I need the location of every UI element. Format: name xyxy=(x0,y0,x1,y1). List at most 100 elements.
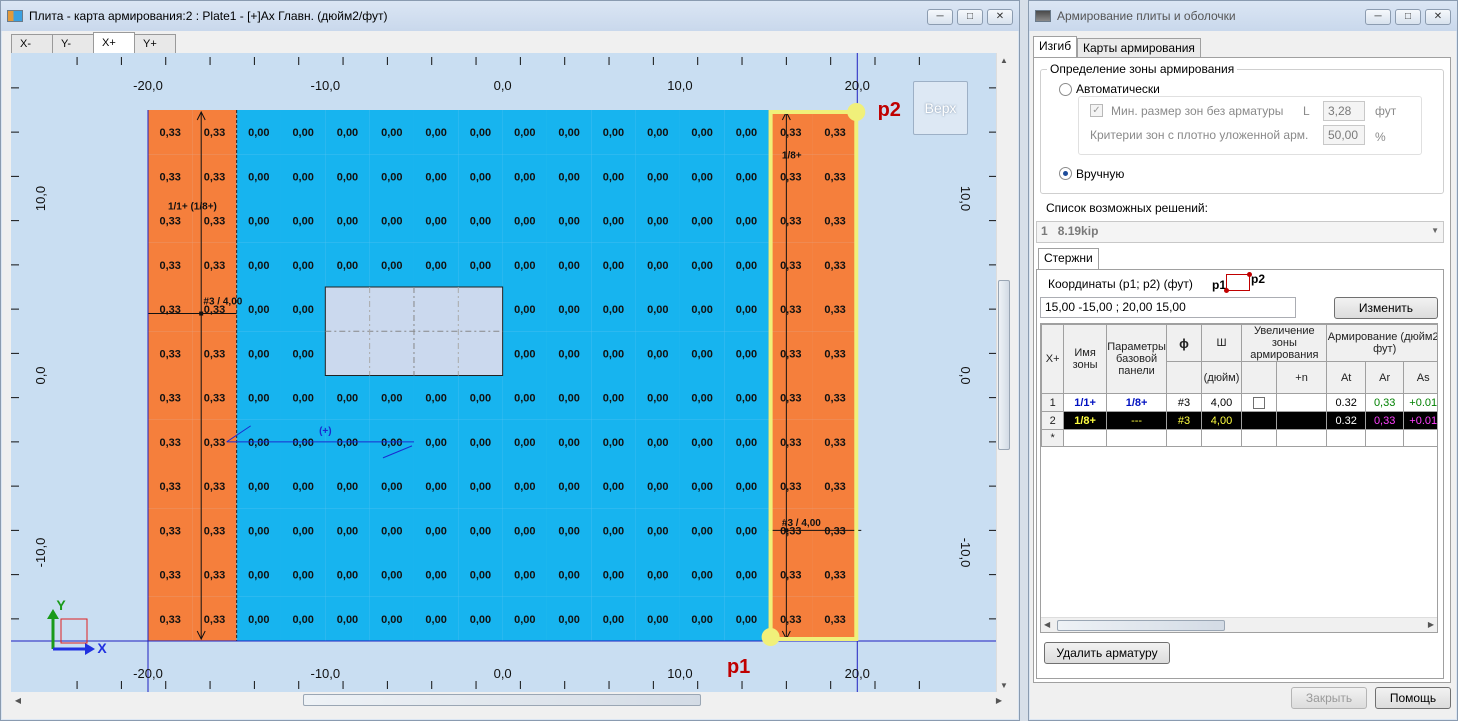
close-window-button[interactable]: ✕ xyxy=(987,9,1013,25)
x-tick-label-bottom: 10,0 xyxy=(667,666,692,681)
cell-value: 0,00 xyxy=(514,570,535,582)
cell-value: 0,00 xyxy=(514,127,535,139)
cell-value: 0,33 xyxy=(780,481,801,493)
scroll-up-icon[interactable]: ▲ xyxy=(997,53,1011,67)
cell-value: 0,00 xyxy=(647,216,668,228)
col-zone-name: Имя зоны xyxy=(1063,324,1107,394)
row-spacing[interactable]: 4,00 xyxy=(1200,411,1243,430)
tab-direction-3[interactable]: Y+ xyxy=(134,34,176,53)
cell-value: 0,00 xyxy=(603,127,624,139)
minimize-button[interactable]: ─ xyxy=(927,9,953,25)
coords-value: 15,00 -15,00 ; 20,00 15,00 xyxy=(1045,300,1186,314)
vertical-scrollbar[interactable]: ▲ ▼ xyxy=(996,53,1010,692)
cell-value: 0,00 xyxy=(603,304,624,316)
row-zone[interactable]: 1/8+ xyxy=(1063,411,1107,430)
cell-value: 0,00 xyxy=(558,216,579,228)
help-button[interactable]: Помощь xyxy=(1375,687,1451,709)
bars-table-container: X+ Имя зоны Параметры базовой панели ϕ Ш… xyxy=(1040,323,1438,633)
delete-reinforcement-button[interactable]: Удалить арматуру xyxy=(1044,642,1170,664)
cell-value: 0,33 xyxy=(159,481,180,493)
cell-value: 0,33 xyxy=(824,437,845,449)
change-button[interactable]: Изменить xyxy=(1334,297,1438,319)
cell-value: 0,00 xyxy=(647,393,668,405)
row-number[interactable]: 2 xyxy=(1041,411,1065,430)
tab-reinforcement-maps[interactable]: Карты армирования xyxy=(1077,38,1201,58)
row-increase[interactable] xyxy=(1241,411,1277,430)
bars-table: X+ Имя зоны Параметры базовой панели ϕ Ш… xyxy=(1041,324,1437,447)
cell-value: 0,00 xyxy=(647,481,668,493)
row-n[interactable] xyxy=(1275,393,1328,412)
cell-value: 0,00 xyxy=(647,614,668,626)
min-size-input[interactable]: 3,28 xyxy=(1323,101,1365,121)
row-params[interactable]: 1/8+ xyxy=(1105,393,1168,412)
increase-checkbox[interactable] xyxy=(1253,396,1265,409)
cell-value: 0,33 xyxy=(780,614,801,626)
row-number[interactable]: 1 xyxy=(1041,393,1065,412)
dialog-maximize-button[interactable]: □ xyxy=(1395,9,1421,25)
cell-value: 0,00 xyxy=(558,127,579,139)
combo-arrow-icon[interactable]: ▼ xyxy=(1431,226,1439,235)
cell-value: 0,00 xyxy=(248,127,269,139)
coords-input[interactable]: 15,00 -15,00 ; 20,00 15,00 xyxy=(1040,297,1296,318)
row-n[interactable] xyxy=(1275,411,1328,430)
table-scroll-left-icon[interactable]: ◀ xyxy=(1044,620,1050,629)
row-ar: 0,33 xyxy=(1364,411,1405,430)
row-params[interactable]: --- xyxy=(1105,411,1168,430)
horizontal-scrollbar[interactable]: ◀ ▶ xyxy=(11,692,1006,708)
dialog-close-button[interactable]: ✕ xyxy=(1425,9,1451,25)
x-tick-label-bottom: -10,0 xyxy=(310,666,340,681)
radio-manual[interactable] xyxy=(1059,167,1072,180)
scroll-left-icon[interactable]: ◀ xyxy=(11,693,25,707)
solutions-combo[interactable]: 1 8.19kip ▼ xyxy=(1036,221,1444,243)
scroll-down-icon[interactable]: ▼ xyxy=(997,678,1011,692)
cell-value: 0,00 xyxy=(736,260,757,272)
cell-value: 0,00 xyxy=(603,525,624,537)
table-row[interactable]: 1 1/1+ 1/8+ #3 4,00 0.32 0,33 +0.01 xyxy=(1041,393,1437,412)
view-top-button[interactable]: Верх xyxy=(913,81,968,135)
dialog-titlebar[interactable]: Армирование плиты и оболочки ─ □ ✕ xyxy=(1029,1,1457,31)
cell-value: 0,00 xyxy=(736,348,757,360)
left-zone-label: 1/1+ (1/8+) xyxy=(168,202,217,213)
dialog-icon xyxy=(1035,10,1051,22)
p2-handle xyxy=(847,103,866,121)
dialog-minimize-button[interactable]: ─ xyxy=(1365,9,1391,25)
row-increase[interactable] xyxy=(1241,393,1277,412)
radio-automatic[interactable] xyxy=(1059,83,1072,96)
cell-value: 0,00 xyxy=(337,614,358,626)
cell-value: 0,00 xyxy=(736,481,757,493)
scroll-right-icon[interactable]: ▶ xyxy=(992,693,1006,707)
cell-value: 0,00 xyxy=(691,525,712,537)
vertical-scroll-thumb[interactable] xyxy=(998,280,1010,450)
cell-value: 0,33 xyxy=(159,437,180,449)
row-phi[interactable]: #3 xyxy=(1166,393,1202,412)
table-row-selected[interactable]: 2 1/8+ --- #3 4,00 0.32 0,33 +0.01 xyxy=(1041,411,1437,430)
tab-bars[interactable]: Стержни xyxy=(1038,248,1099,270)
row-spacing[interactable]: 4,00 xyxy=(1200,393,1243,412)
maximize-button[interactable]: □ xyxy=(957,9,983,25)
table-new-row[interactable]: * xyxy=(1041,429,1437,447)
table-scroll-right-icon[interactable]: ▶ xyxy=(1428,620,1434,629)
tab-direction-0[interactable]: X- xyxy=(11,34,53,53)
change-button-label: Изменить xyxy=(1358,301,1414,315)
row-zone[interactable]: 1/1+ xyxy=(1063,393,1107,412)
cell-value: 0,00 xyxy=(292,216,313,228)
cell-value: 0,00 xyxy=(691,260,712,272)
horizontal-scroll-thumb[interactable] xyxy=(303,694,701,706)
cell-value: 0,00 xyxy=(381,260,402,272)
reinforcement-map-canvas[interactable]: 0,33 0,33 0,00 0,00 0,00 0,00 0,00 0,00 0,00 0,00… xyxy=(11,53,1006,692)
cell-value: 0,33 xyxy=(204,216,225,228)
tab-bending[interactable]: Изгиб xyxy=(1033,36,1078,58)
tab-direction-1[interactable]: Y- xyxy=(52,34,94,53)
tab-direction-2[interactable]: X+ xyxy=(93,32,135,53)
table-hscrollbar[interactable]: ◀ ▶ xyxy=(1041,617,1437,632)
map-titlebar[interactable]: Плита - карта армирования:2 : Plate1 - [… xyxy=(1,1,1019,31)
cell-value: 0,00 xyxy=(736,216,757,228)
criteria-input[interactable]: 50,00 xyxy=(1323,125,1365,145)
min-size-value: 3,28 xyxy=(1328,104,1352,118)
close-button[interactable]: Закрыть xyxy=(1291,687,1367,709)
min-size-checkbox[interactable]: ✓ xyxy=(1090,104,1103,117)
axis-x-label: X xyxy=(97,640,107,656)
table-scroll-thumb[interactable] xyxy=(1057,620,1225,631)
new-row-marker: * xyxy=(1041,429,1065,447)
row-phi[interactable]: #3 xyxy=(1166,411,1202,430)
